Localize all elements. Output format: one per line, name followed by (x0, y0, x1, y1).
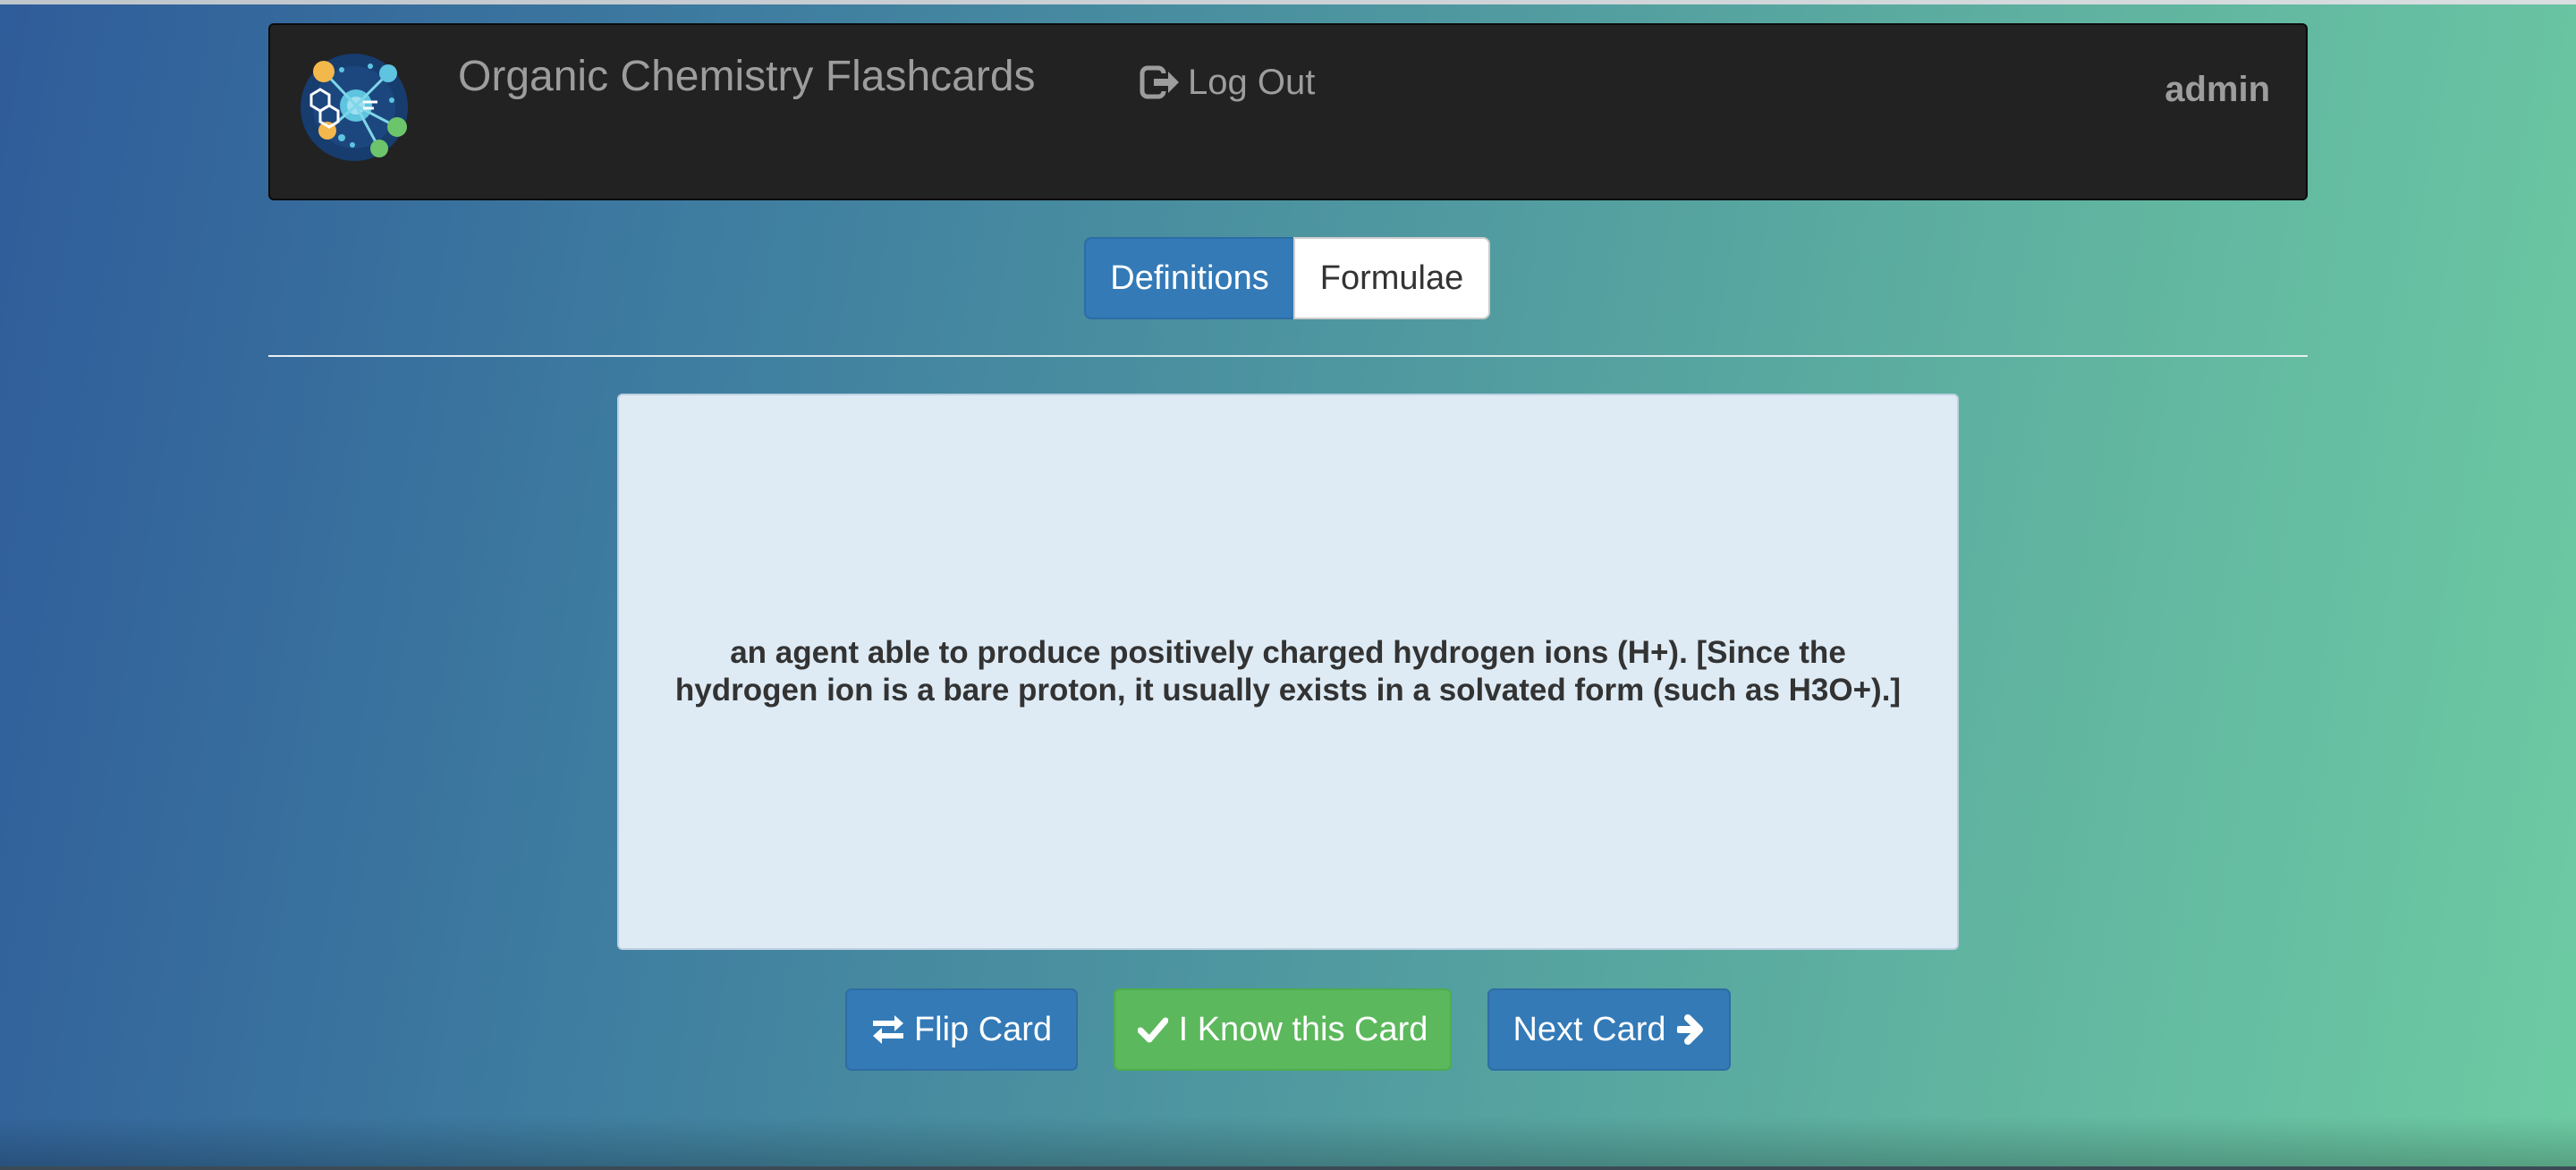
know-card-button[interactable]: I Know this Card (1114, 988, 1452, 1071)
sign-out-icon (1140, 65, 1179, 99)
logout-link[interactable]: Log Out (1140, 55, 1315, 109)
window-bottom-edge (0, 1166, 2576, 1170)
check-icon (1137, 1017, 1168, 1043)
logout-label: Log Out (1188, 63, 1316, 102)
deck-tabs: Definitions Formulae (1084, 237, 1490, 319)
know-card-label: I Know this Card (1178, 1010, 1428, 1048)
tab-definitions[interactable]: Definitions (1084, 237, 1295, 319)
swap-arrows-icon (872, 1015, 903, 1044)
page-bottom-shade (0, 1116, 2576, 1170)
flip-card-label: Flip Card (913, 1010, 1053, 1048)
arrow-right-icon (1676, 1014, 1703, 1045)
tab-formulae[interactable]: Formulae (1293, 237, 1490, 319)
navbar: Organic Chemistry Flashcards Log Out adm… (268, 23, 2308, 200)
username: admin (2165, 70, 2270, 109)
molecule-logo-icon[interactable] (299, 52, 410, 163)
divider (268, 355, 2308, 357)
flashcard[interactable]: an agent able to produce positively char… (617, 394, 1959, 950)
flip-card-button[interactable]: Flip Card (845, 988, 1078, 1071)
app-title[interactable]: Organic Chemistry Flashcards (458, 45, 1036, 109)
next-card-button[interactable]: Next Card (1487, 988, 1731, 1071)
next-card-label: Next Card (1513, 1010, 1666, 1048)
flashcard-text: an agent able to produce positively char… (674, 635, 1902, 708)
window-top-edge (0, 0, 2576, 4)
